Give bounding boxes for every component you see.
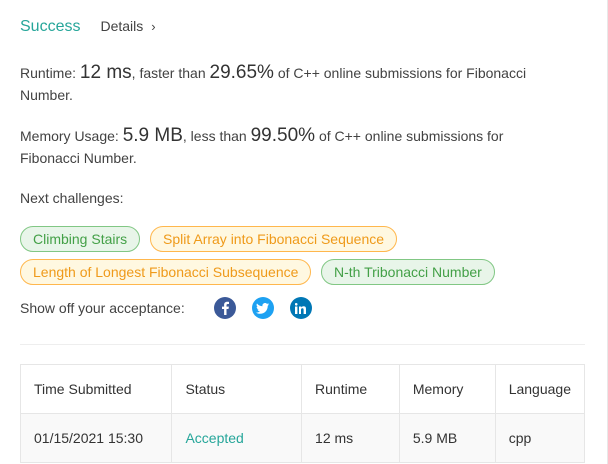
submission-result-panel: Success Details › Runtime: 12 ms, faster… [0,0,608,464]
share-label: Show off your acceptance: [20,300,185,316]
runtime-value: 12 ms [79,62,132,83]
cell-memory: 5.9 MB [398,413,496,463]
next-challenges-label: Next challenges: [20,190,124,206]
memory-value: 5.9 MB [122,125,183,146]
runtime-comparison: , faster than [131,65,210,81]
challenge-tag-longest-fibonacci[interactable]: Length of Longest Fibonacci Subsequence [20,259,312,285]
challenge-tag-split-array[interactable]: Split Array into Fibonacci Sequence [150,226,398,252]
memory-comparison: , less than [182,128,251,144]
result-header: Success Details › [20,18,156,36]
submission-table: Time Submitted Status Runtime Memory Lan… [19,364,586,463]
column-header-memory: Memory [398,364,496,414]
share-row: Show off your acceptance: [20,297,312,319]
challenge-tag-tribonacci[interactable]: N-th Tribonacci Number [321,259,495,285]
linkedin-icon[interactable] [289,297,312,319]
memory-percent: 99.50% [250,125,316,146]
column-header-time: Time Submitted [19,364,173,414]
column-header-language: Language [494,364,586,414]
details-link[interactable]: Details › [100,18,155,34]
runtime-summary: Runtime: 12 ms, faster than 29.65% of C+… [20,62,560,106]
runtime-percent: 29.65% [209,62,274,83]
challenge-tag-climbing-stairs[interactable]: Climbing Stairs [20,226,141,252]
column-header-runtime: Runtime [301,364,400,414]
column-header-status: Status [171,364,303,414]
memory-summary: Memory Usage: 5.9 MB, less than 99.50% o… [20,125,560,169]
cell-runtime: 12 ms [301,413,400,463]
cell-language: cpp [494,413,586,463]
section-divider [20,344,585,345]
facebook-icon[interactable] [213,297,236,319]
runtime-label: Runtime: [20,65,80,81]
memory-label: Memory Usage: [20,128,123,144]
table-header-row: Time Submitted Status Runtime Memory Lan… [19,364,586,414]
cell-status-link[interactable]: Accepted [171,413,303,463]
twitter-icon[interactable] [251,297,274,319]
status-label: Success [20,18,81,35]
table-row: 01/15/2021 15:30 Accepted 12 ms 5.9 MB c… [19,413,586,463]
cell-time: 01/15/2021 15:30 [19,413,173,463]
chevron-right-icon: › [151,18,156,34]
details-label: Details [100,18,144,34]
